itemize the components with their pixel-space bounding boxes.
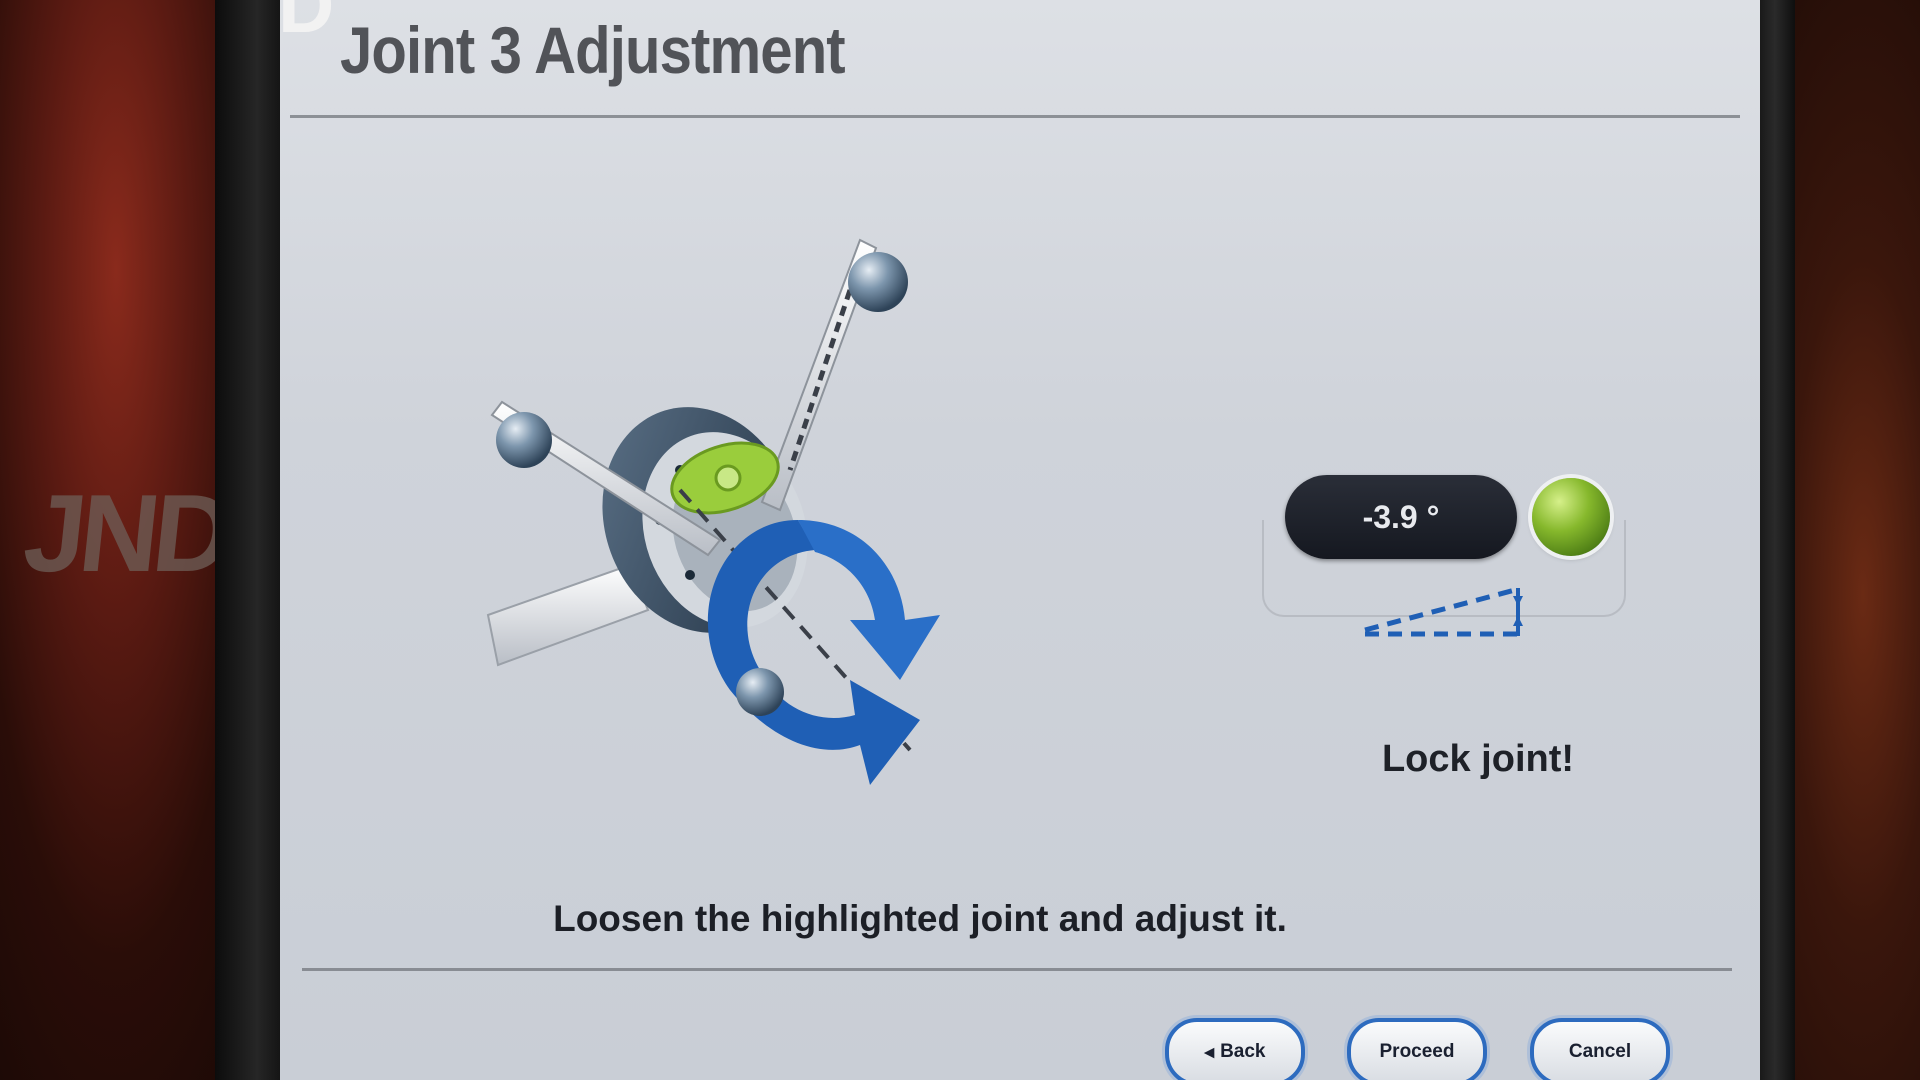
page-title: Joint 3 Adjustment (340, 13, 846, 87)
triangle-left-icon: ◂ (1204, 1041, 1215, 1063)
lock-joint-message: Lock joint! (1381, 738, 1575, 780)
app-screen: D Joint 3 Adjustment -3.9 ° Lock joint! … (280, 0, 1760, 1080)
footer-divider (302, 968, 1732, 971)
header-divider (290, 115, 1740, 118)
marker-sphere-top (848, 252, 908, 312)
monitor-bezel-left (215, 0, 285, 1080)
cancel-button[interactable]: Cancel (1530, 1018, 1670, 1080)
angle-value: -3.9 ° (1362, 498, 1440, 535)
joint-illustration (486, 238, 940, 785)
proceed-button[interactable]: Proceed (1347, 1018, 1487, 1080)
back-button-label: Back (1220, 1041, 1266, 1062)
status-indicator-icon (1532, 478, 1610, 556)
marker-sphere-bottom (736, 668, 784, 716)
shaft (486, 563, 650, 667)
cancel-button-label: Cancel (1568, 1041, 1632, 1062)
monitor-bezel-right (1755, 0, 1795, 1080)
instruction-text: Loosen the highlighted joint and adjust … (553, 898, 1287, 939)
proceed-button-label: Proceed (1379, 1041, 1455, 1062)
back-button[interactable]: ◂ Back (1165, 1018, 1305, 1080)
marker-sphere-left (496, 412, 552, 468)
marker-arm-upper (760, 238, 908, 512)
tilt-angle-icon (1364, 587, 1523, 637)
angle-readout: -3.9 ° (1285, 475, 1517, 559)
corner-mark: D (280, 0, 335, 49)
